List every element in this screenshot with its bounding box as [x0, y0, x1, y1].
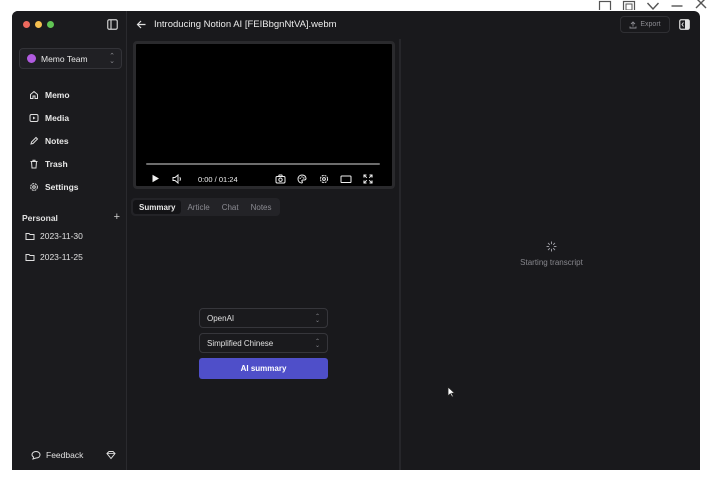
transcript-status: Starting transcript	[520, 258, 583, 267]
section-title: Personal	[22, 213, 58, 223]
tab-article[interactable]: Article	[181, 200, 215, 214]
sidebar-item-media[interactable]: Media	[12, 106, 127, 129]
ai-summary-button[interactable]: AI summary	[199, 358, 328, 379]
export-button[interactable]: Export	[620, 16, 670, 33]
home-icon	[29, 90, 39, 100]
folder-icon	[25, 252, 35, 262]
trash-icon	[29, 159, 39, 169]
feedback-label: Feedback	[46, 450, 84, 460]
folder-label: 2023-11-25	[40, 251, 83, 262]
sidebar: Memo Team ⌃ ⌄ Memo Media Notes Trash Set…	[12, 11, 127, 470]
personal-section-header: Personal +	[22, 212, 120, 224]
content-tabs: Summary Article Chat Notes	[131, 198, 280, 216]
zoom-window-button[interactable]	[47, 21, 54, 28]
palette-icon[interactable]	[297, 174, 307, 184]
chevron-updown-icon: ⌃ ⌄	[314, 314, 320, 324]
gear-icon	[29, 182, 39, 192]
video-player[interactable]: 0:00 / 01:24	[133, 41, 395, 189]
ai-summary-form: OpenAI ⌃ ⌄ Simplified Chinese ⌃ ⌄ AI summa…	[199, 308, 328, 379]
host-window-controls	[598, 0, 708, 10]
settings-gear-icon[interactable]	[319, 174, 329, 184]
chevron-updown-icon: ⌃ ⌄	[109, 53, 115, 65]
tab-summary[interactable]: Summary	[133, 200, 182, 214]
video-progress-bar[interactable]	[146, 163, 380, 165]
traffic-lights	[23, 21, 54, 28]
camera-icon[interactable]	[275, 174, 286, 184]
tab-chat[interactable]: Chat	[216, 200, 245, 214]
team-avatar	[27, 54, 36, 63]
video-timecode: 0:00 / 01:24	[198, 175, 238, 184]
play-icon[interactable]	[151, 174, 160, 183]
fullscreen-icon[interactable]	[363, 174, 373, 184]
folder-label: 2023-11-30	[40, 230, 83, 241]
close-icon[interactable]	[694, 0, 708, 10]
sidebar-item-label: Trash	[45, 158, 68, 169]
provider-select[interactable]: OpenAI ⌃ ⌄	[199, 308, 328, 328]
gem-icon[interactable]	[106, 450, 116, 460]
sidebar-nav: Memo Media Notes Trash Settings	[12, 83, 127, 198]
sidebar-item-label: Media	[45, 112, 70, 123]
media-pane: 0:00 / 01:24 Summary Article Chat Notes …	[127, 39, 401, 470]
folder-item[interactable]: 2023-11-25	[12, 246, 127, 267]
sidebar-item-notes[interactable]: Notes	[12, 129, 127, 152]
panel-toggle-icon[interactable]	[679, 19, 690, 30]
chevron-updown-icon: ⌃ ⌄	[314, 339, 320, 349]
language-select[interactable]: Simplified Chinese ⌃ ⌄	[199, 333, 328, 353]
sidebar-item-label: Notes	[45, 135, 69, 146]
loading-spinner-icon	[546, 241, 557, 252]
folder-icon	[25, 231, 35, 241]
folder-list: 2023-11-30 2023-11-25	[12, 225, 127, 267]
team-name: Memo Team	[41, 53, 88, 64]
sidebar-item-memo[interactable]: Memo	[12, 83, 127, 106]
transcript-pane: Starting transcript	[403, 39, 700, 470]
restore-icon[interactable]	[598, 0, 612, 10]
window-tile-icon[interactable]	[622, 0, 636, 10]
video-controls: 0:00 / 01:24	[136, 171, 392, 187]
language-value: Simplified Chinese	[207, 338, 274, 348]
close-window-button[interactable]	[23, 21, 30, 28]
app-window: Memo Team ⌃ ⌄ Memo Media Notes Trash Set…	[12, 11, 700, 470]
chat-bubble-icon	[31, 450, 41, 460]
sidebar-item-settings[interactable]: Settings	[12, 175, 127, 198]
mouse-cursor-icon	[447, 386, 456, 398]
add-folder-icon[interactable]: +	[114, 212, 120, 223]
page-title: Introducing Notion AI [FEIBbgnNtVA].webm	[154, 19, 337, 30]
minimize-window-button[interactable]	[35, 21, 42, 28]
sidebar-toggle-icon[interactable]	[107, 19, 118, 30]
media-icon	[29, 113, 39, 123]
theater-mode-icon[interactable]	[340, 174, 352, 184]
back-arrow-icon[interactable]	[136, 19, 147, 30]
provider-value: OpenAI	[207, 313, 235, 323]
pencil-icon	[29, 136, 39, 146]
sidebar-item-trash[interactable]: Trash	[12, 152, 127, 175]
feedback-button[interactable]: Feedback	[31, 450, 83, 460]
sidebar-item-label: Settings	[45, 181, 79, 192]
volume-icon[interactable]	[172, 174, 183, 184]
folder-item[interactable]: 2023-11-30	[12, 225, 127, 246]
top-bar: Introducing Notion AI [FEIBbgnNtVA].webm…	[127, 11, 700, 39]
upload-icon	[629, 20, 637, 28]
team-selector[interactable]: Memo Team ⌃ ⌄	[19, 48, 122, 69]
minimize-icon[interactable]	[670, 0, 684, 10]
sidebar-item-label: Memo	[45, 89, 70, 100]
tab-notes[interactable]: Notes	[245, 200, 278, 214]
export-label: Export	[640, 21, 661, 28]
chevron-down-icon[interactable]	[646, 0, 660, 10]
